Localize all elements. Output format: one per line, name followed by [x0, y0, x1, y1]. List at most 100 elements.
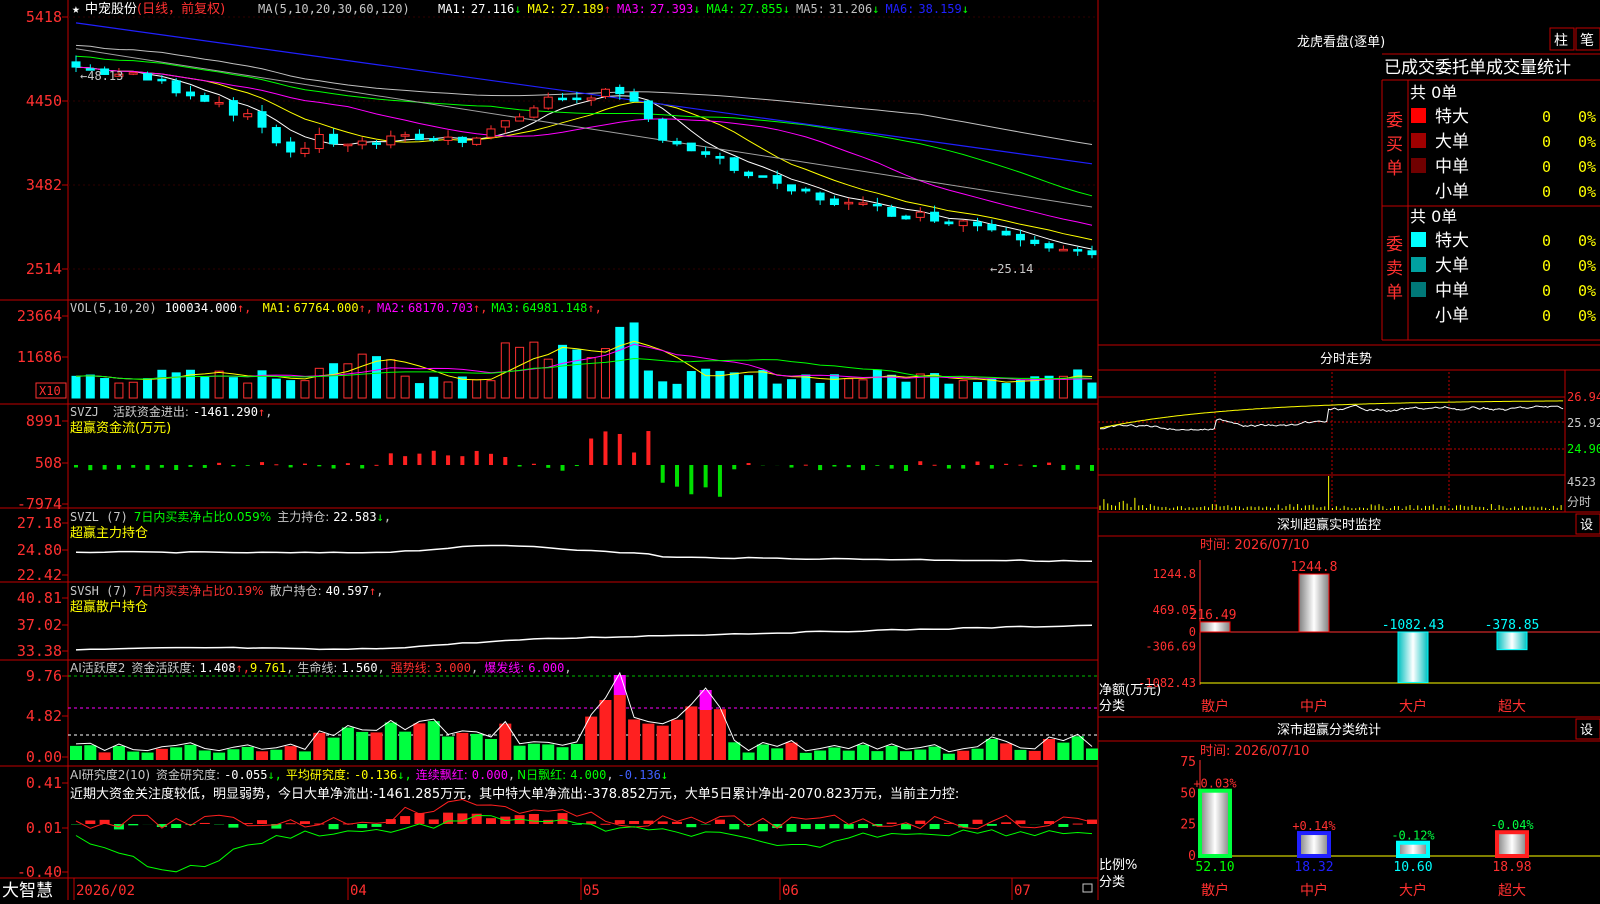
monitor-bar [1200, 622, 1230, 632]
activity-bar [285, 746, 297, 760]
stock-star-icon[interactable]: ★ [72, 2, 80, 17]
research-bar-down [572, 824, 582, 825]
volume-bar [1016, 380, 1024, 398]
candle-body [1045, 244, 1053, 248]
activity-bar [242, 747, 254, 760]
research-bar-down [171, 824, 181, 828]
date-label: 06 [782, 883, 799, 899]
candle-body [1074, 250, 1082, 252]
volume-bar [559, 345, 567, 398]
volume-bar [287, 381, 295, 398]
candle-body [1002, 231, 1010, 235]
activity-bar [599, 700, 611, 760]
intraday-volume-value: 4523 [1567, 475, 1596, 489]
activity-bar [199, 750, 211, 760]
fund-flow-bar-out [332, 465, 336, 468]
volume-bar [229, 378, 237, 398]
vertical-label-char: 委 [1386, 111, 1403, 131]
fund-flow-bar-in [918, 461, 922, 465]
volume-bar [759, 370, 767, 398]
dragon-title: 龙虎看盘(逐单) [1297, 34, 1385, 50]
volume-bar [859, 380, 867, 398]
candle-body [430, 139, 438, 141]
research-bar-down [801, 824, 811, 829]
candle-body [573, 98, 581, 100]
order-color-swatch [1411, 307, 1426, 322]
candle-body [745, 172, 753, 175]
research-bar-up [973, 820, 983, 824]
svzl-legend: SVZL (7)7日内买卖净占比0.059%主力持仓:22.583↓, [70, 509, 391, 524]
activity-bar [814, 751, 826, 760]
volume-ma-arrow: ↑, [473, 301, 487, 315]
fund-flow-bar-out [575, 465, 579, 466]
fund-flow-bar-in [976, 462, 980, 465]
fund-flow-bar-out [231, 465, 235, 466]
research-bar-up [715, 820, 725, 824]
fund-flow-bar-out [160, 465, 164, 468]
volume-bar [644, 371, 652, 398]
volume-bar [873, 370, 881, 398]
ai2-tick-label: 9.76 [26, 667, 62, 685]
monitor-category-label: 大户 [1399, 698, 1427, 715]
candle-body [873, 204, 881, 206]
fund-flow-bar-out [990, 465, 994, 469]
activity-bar [671, 720, 683, 760]
svsh-legend: SVSH (7)7日内买卖净占比0.19%散户持仓:40.597↑, [70, 583, 383, 598]
intraday-title: 分时走势 [1320, 351, 1372, 367]
order-count: 0 [1542, 307, 1551, 325]
order-color-swatch [1411, 183, 1426, 198]
candle-body [72, 62, 80, 67]
candle-body [1088, 251, 1096, 255]
activity-bar [127, 752, 139, 760]
fund-flow-bar-out [904, 465, 908, 471]
volume-bar [516, 347, 524, 398]
order-type-label: 小单 [1435, 306, 1469, 326]
activity-bar [99, 752, 111, 760]
stock-terminal: ★ 中宠股份(日线，前复权) MA(5,10,20,30,60,120) MA1… [0, 0, 1600, 900]
ai2-tick-label: 0.00 [26, 748, 62, 766]
candle-body [501, 121, 509, 127]
research-tick-label: -0.40 [17, 863, 62, 881]
candle-body [1059, 249, 1067, 251]
ma-title: MA(5,10,20,30,60,120) [258, 2, 410, 16]
ma-legend-arrow: ↓ [693, 2, 700, 16]
research-bar-down [815, 824, 825, 829]
svzl-subtitle: 超赢主力持仓 [70, 525, 148, 541]
research-bar-down [686, 824, 696, 827]
sell-total: 共 0单 [1410, 207, 1457, 226]
order-color-swatch [1411, 282, 1426, 297]
research-bar-up [1073, 824, 1083, 825]
fund-flow-bar-in [503, 457, 507, 465]
order-color-swatch [1411, 108, 1426, 123]
stock-name[interactable]: 中宠股份 [85, 1, 137, 17]
research-bar-up [629, 821, 639, 824]
volume-bar [501, 343, 509, 398]
fund-flow-bar-out [875, 465, 879, 466]
fund-flow-bar-in [217, 463, 221, 465]
fund-flow-bar-out [518, 465, 522, 466]
research-bar-down [829, 824, 839, 828]
monitor-tick-label: 0 [1189, 625, 1196, 639]
fund-flow-bar-in [417, 454, 421, 465]
research-bar-down [1058, 824, 1068, 827]
candle-body [287, 142, 295, 152]
activity-bar [499, 724, 511, 760]
monitor-value-label: -378.85 [1485, 618, 1540, 633]
volume-bar [659, 382, 667, 398]
sz-monitor-ylabel: 净额(万元) [1099, 683, 1161, 698]
dragon-tabs[interactable]: 已成交委托单成交量统计 [1384, 58, 1571, 78]
activity-bar [84, 745, 96, 760]
candle-body [201, 96, 209, 102]
candle-body [315, 135, 323, 149]
ma-legend-value: 31.206 [829, 2, 872, 16]
sz-classify-xlabel: 分类 [1099, 875, 1125, 890]
chart-mode[interactable]: (日线，前复权) [137, 1, 225, 17]
price-low-marker: ←25.14 [990, 262, 1033, 276]
research-bar-up [400, 816, 410, 824]
activity-bar [428, 721, 440, 760]
volume-bar [330, 364, 338, 398]
volume-bar [945, 384, 953, 398]
order-color-swatch [1411, 257, 1426, 272]
order-type-label: 大单 [1435, 132, 1469, 152]
order-color-swatch [1411, 158, 1426, 173]
